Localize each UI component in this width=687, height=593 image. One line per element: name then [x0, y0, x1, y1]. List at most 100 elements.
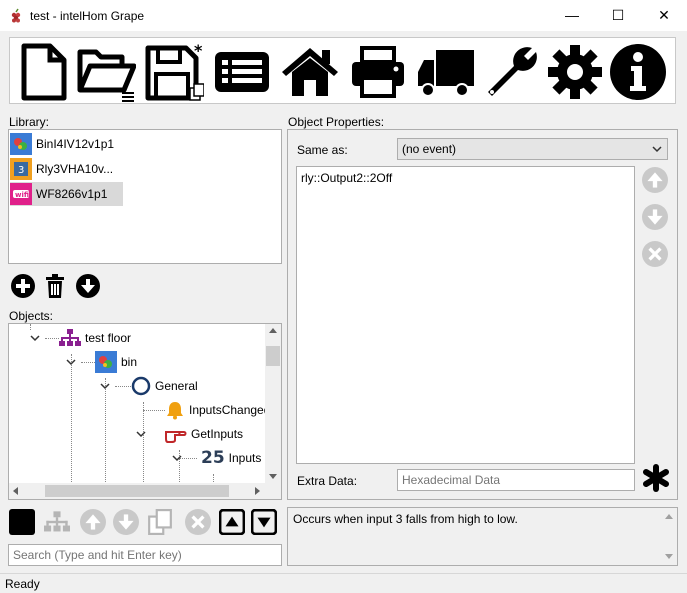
truck-button[interactable] — [414, 41, 478, 103]
vertical-scrollbar[interactable] — [265, 324, 281, 484]
tree-item[interactable]: bin — [65, 350, 137, 374]
minimize-button[interactable]: — — [549, 0, 595, 31]
move-up-button[interactable] — [80, 509, 106, 535]
library-item[interactable]: BinI4IV12v1p1 — [10, 132, 123, 156]
horizontal-scrollbar[interactable] — [9, 483, 265, 499]
tree-item[interactable]: InputsChanged — [165, 398, 270, 422]
scroll-thumb[interactable] — [266, 346, 280, 366]
tree-item[interactable]: GetInputs — [135, 422, 243, 446]
printer-icon — [352, 46, 404, 98]
chevron-down-icon[interactable] — [135, 428, 147, 440]
window-title: test - intelHom Grape — [30, 9, 145, 23]
delete-button[interactable] — [185, 509, 211, 535]
scroll-left-icon[interactable] — [13, 487, 18, 495]
tree-item-label: General — [155, 379, 198, 393]
description-text: Occurs when input 3 falls from high to l… — [293, 512, 518, 526]
download-icon[interactable] — [76, 274, 100, 298]
count-badge: 25 — [201, 448, 225, 468]
collapse-up-button[interactable] — [219, 509, 245, 535]
event-script-textarea[interactable]: rly::Output2::2Off — [296, 166, 635, 464]
arrow-down-icon — [113, 509, 139, 535]
pointing-hand-icon — [165, 431, 187, 443]
tree-item[interactable]: 25 Inputs — [171, 446, 261, 470]
home-icon — [282, 48, 338, 96]
library-item[interactable]: 3 Rly3VHA10v... — [10, 157, 123, 181]
close-button[interactable]: ✕ — [641, 0, 687, 31]
scroll-corner — [265, 484, 281, 499]
svg-text:wifi: wifi — [15, 191, 29, 199]
save-icon: * — [145, 42, 204, 101]
hierarchy-button[interactable] — [44, 509, 70, 535]
scroll-up-icon[interactable] — [665, 514, 673, 519]
arrow-down-icon[interactable] — [642, 204, 668, 230]
description-scrollbar[interactable] — [661, 508, 677, 565]
library-list[interactable]: BinI4IV12v1p1 3 Rly3VHA10v... wifi WF826… — [8, 129, 282, 264]
svg-text:3: 3 — [18, 165, 24, 176]
tree-item-label: Inputs — [228, 451, 262, 465]
binary-input-icon — [95, 351, 117, 373]
home-button[interactable] — [278, 41, 342, 103]
same-as-label: Same as: — [297, 143, 348, 157]
settings-tools-button[interactable] — [480, 41, 544, 103]
chevron-down-icon[interactable] — [65, 356, 77, 368]
toolbar: * — [9, 37, 676, 104]
expand-down-button[interactable] — [251, 509, 277, 535]
add-icon[interactable] — [11, 274, 35, 298]
maximize-button[interactable]: ☐ — [595, 0, 641, 31]
close-circle-icon — [185, 509, 211, 535]
arrow-up-icon — [80, 509, 106, 535]
save-button[interactable]: * — [142, 41, 206, 103]
wrench-icon — [488, 47, 537, 96]
hierarchy-icon — [59, 329, 81, 346]
options-button[interactable] — [543, 41, 607, 103]
binary-input-icon — [10, 133, 32, 155]
library-item-selected[interactable]: wifi WF8266v1p1 — [10, 182, 123, 206]
library-label: Library: — [9, 115, 50, 129]
asterisk-icon[interactable] — [642, 464, 670, 492]
scroll-right-icon[interactable] — [255, 487, 260, 495]
tree-item-label: bin — [121, 355, 138, 369]
search-input[interactable] — [8, 544, 282, 566]
tree-item[interactable]: test floor — [29, 326, 131, 350]
properties-label: Object Properties: — [288, 115, 385, 129]
copy-button[interactable] — [147, 509, 173, 535]
chevron-down-icon[interactable] — [171, 452, 183, 464]
chevron-down-icon[interactable] — [29, 332, 41, 344]
color-swatch-button[interactable] — [9, 509, 35, 535]
same-as-dropdown[interactable]: (no event) — [397, 138, 668, 160]
bell-icon — [167, 402, 183, 420]
library-item-label: WF8266v1p1 — [36, 187, 108, 201]
triangle-down-icon — [251, 509, 277, 535]
library-item-label: Rly3VHA10v... — [36, 162, 114, 176]
tree-item[interactable]: General — [99, 374, 198, 398]
copy-icon — [148, 509, 172, 535]
list-icon — [215, 52, 269, 92]
gear-icon — [548, 45, 602, 99]
truck-icon — [418, 50, 474, 97]
close-circle-icon[interactable] — [642, 241, 668, 267]
about-button[interactable] — [606, 41, 670, 103]
extra-data-input[interactable] — [397, 469, 635, 491]
new-file-button[interactable] — [12, 41, 76, 103]
hierarchy-icon — [44, 511, 70, 532]
new-file-icon — [21, 43, 67, 101]
scroll-thumb[interactable] — [45, 485, 229, 497]
circle-icon — [131, 376, 151, 396]
square-icon — [9, 509, 35, 535]
arrow-up-icon[interactable] — [642, 167, 668, 193]
scroll-up-icon[interactable] — [269, 328, 277, 333]
trash-icon[interactable] — [43, 274, 67, 298]
objects-label: Objects: — [9, 309, 54, 323]
objects-tree[interactable]: test floor bin General InputsChanged Get… — [8, 323, 282, 500]
triangle-up-icon — [219, 509, 245, 535]
scroll-down-icon[interactable] — [665, 554, 673, 559]
open-button[interactable] — [74, 41, 138, 103]
list-button[interactable] — [210, 41, 274, 103]
scroll-down-icon[interactable] — [269, 474, 277, 479]
print-button[interactable] — [346, 41, 410, 103]
status-text: Ready — [5, 577, 40, 591]
chevron-down-icon[interactable] — [99, 380, 111, 392]
library-item-label: BinI4IV12v1p1 — [36, 137, 115, 151]
dropdown-value: (no event) — [402, 142, 457, 156]
move-down-button[interactable] — [113, 509, 139, 535]
